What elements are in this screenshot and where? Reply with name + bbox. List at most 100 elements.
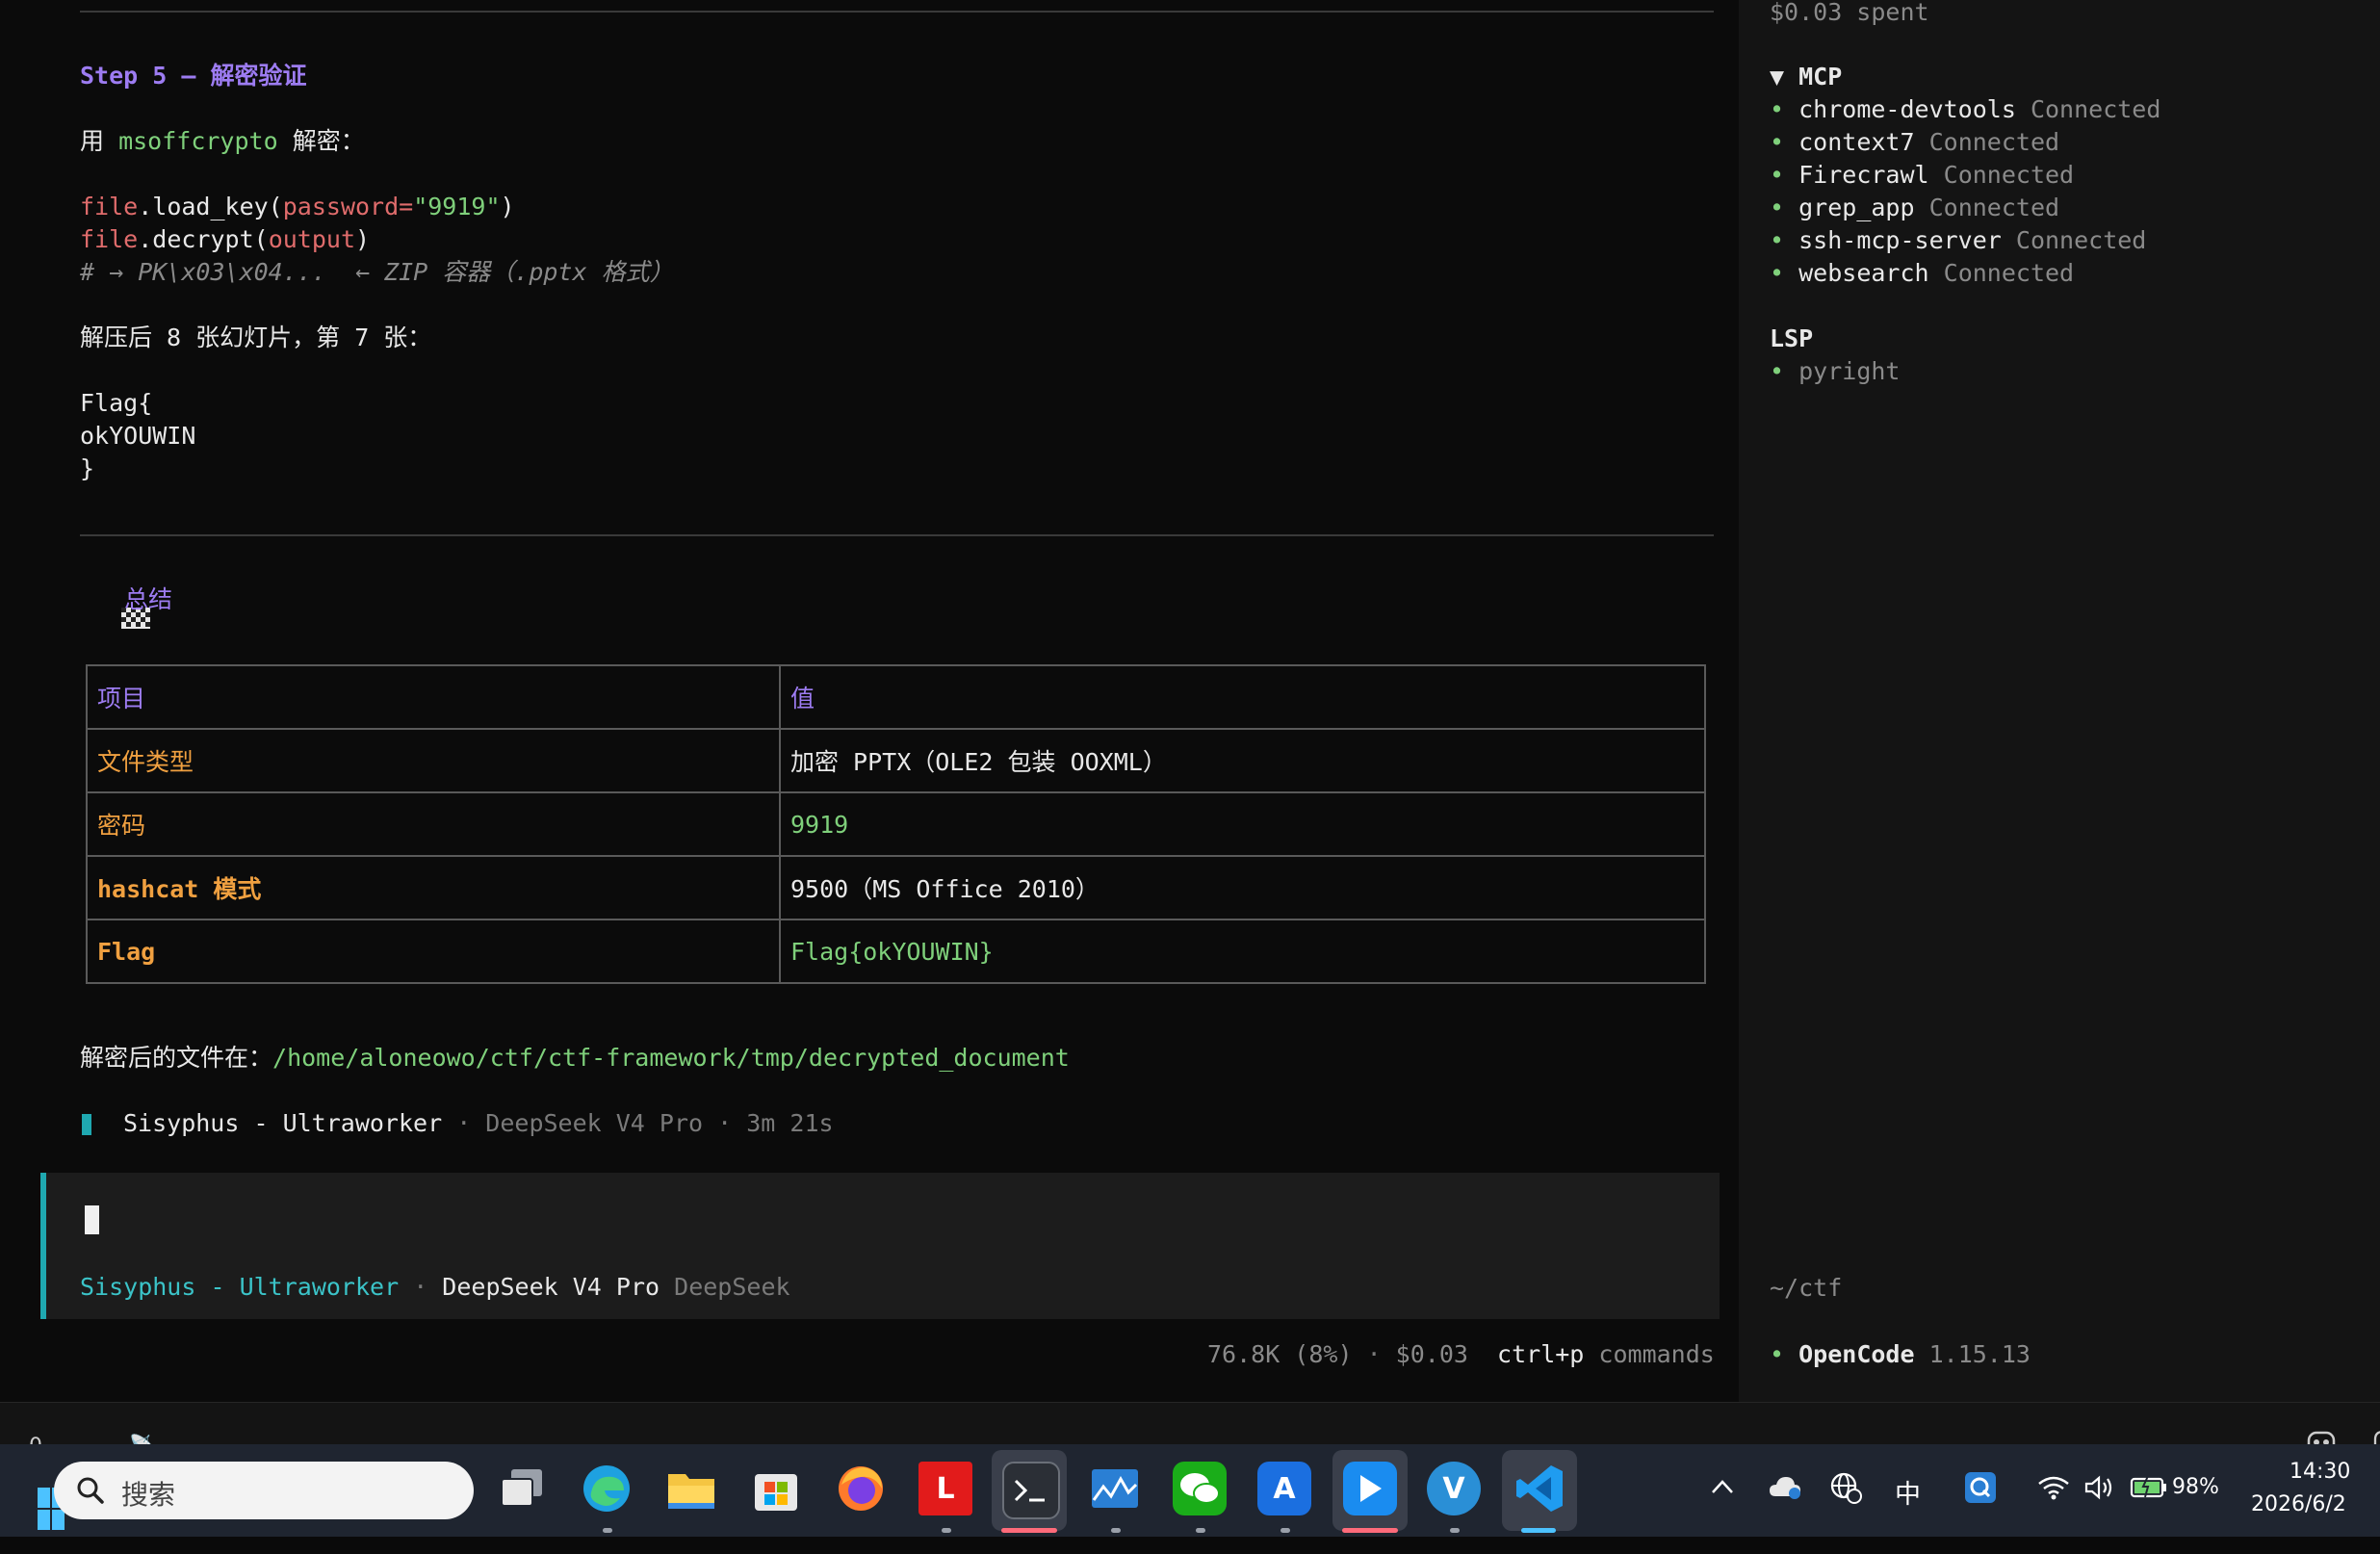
status-bar: 0 ⚠ 0 📡 0 — [0, 1402, 2380, 1507]
mcp-status: Connected — [2015, 226, 2147, 254]
separator: · — [703, 1109, 747, 1137]
mcp-section-title[interactable]: ▼ MCP — [1770, 61, 1842, 93]
cwd-path: ~/ctf — [1770, 1274, 1843, 1302]
status-dot-icon: • — [1770, 161, 1799, 189]
wechat-icon[interactable] — [1173, 1462, 1227, 1515]
table-row: Flag Flag{okYOUWIN} — [86, 919, 1706, 984]
code-close: ) — [500, 193, 515, 220]
ime-indicator[interactable]: 中 — [1895, 1473, 1921, 1511]
flag-line-1: Flag{ — [80, 389, 153, 417]
mcp-name: context7 — [1798, 128, 1915, 156]
code-line-1: file.load_key(password="9919") — [80, 191, 515, 223]
bell-icon[interactable] — [2332, 1409, 2380, 1455]
battery-icon[interactable] — [2130, 1473, 2168, 1506]
edge-browser-icon[interactable] — [580, 1462, 634, 1515]
code-fn: .decrypt( — [138, 225, 269, 253]
step-title: Step 5 — 解密验证 — [80, 62, 307, 90]
flag-line-2: okYOUWIN — [80, 422, 196, 450]
clock-time[interactable]: 14:30 — [2289, 1460, 2350, 1484]
separator: · — [399, 1273, 443, 1301]
status-dot-icon: • — [1770, 259, 1799, 287]
cost-spent: $0.03 spent — [1770, 0, 1929, 26]
mcp-status: Connected — [1943, 161, 2075, 189]
battery-percent: 98% — [2172, 1475, 2219, 1499]
feishu-app-icon[interactable] — [1343, 1462, 1397, 1515]
status-dot-icon: • — [1770, 226, 1799, 254]
firefox-icon[interactable] — [834, 1462, 888, 1515]
monitor-app-icon[interactable] — [1088, 1462, 1142, 1515]
v-app-icon[interactable]: V — [1427, 1462, 1481, 1515]
status-dot-icon: • — [1770, 95, 1799, 123]
vscode-icon[interactable] — [1513, 1462, 1566, 1515]
windows-taskbar: 搜索 L A V 中 98% 14:30 2026/6/2 — [0, 1444, 2380, 1537]
prompt-agent-name[interactable]: Sisyphus - Ultraworker — [80, 1273, 399, 1301]
q-app-tray-icon[interactable] — [1964, 1471, 1997, 1510]
text-cursor — [85, 1205, 99, 1234]
app-name: OpenCode — [1798, 1340, 1915, 1368]
ai-app-icon[interactable]: A — [1257, 1462, 1311, 1515]
mcp-name: grep_app — [1798, 194, 1915, 221]
code-comment: # → PK\x03\x04... ← ZIP 容器（.pptx 格式） — [80, 258, 674, 286]
decrypt-line: 用 msoffcrypto 解密： — [80, 125, 365, 158]
running-indicator — [1450, 1528, 1460, 1533]
code-obj: file — [80, 225, 139, 253]
agent-model: DeepSeek V4 Pro — [485, 1109, 704, 1137]
mcp-status: Connected — [1928, 128, 2060, 156]
prompt-model-name[interactable]: DeepSeek V4 Pro — [442, 1273, 660, 1301]
task-view-icon[interactable] — [495, 1462, 549, 1515]
agent-name: Sisyphus - Ultraworker — [123, 1109, 443, 1137]
flag-line-3: } — [80, 454, 95, 482]
agent-time: 3m 21s — [746, 1109, 834, 1137]
shortcut-label[interactable]: commands — [1598, 1340, 1714, 1368]
prompt-input[interactable]: Sisyphus - Ultraworker · DeepSeek V4 Pro… — [40, 1173, 1720, 1319]
terminal-main-pane: Step 5 — 解密验证 用 msoffcrypto 解密： file.loa… — [0, 0, 1739, 1402]
file-explorer-icon[interactable] — [664, 1462, 718, 1515]
decrypt-tool: msoffcrypto — [118, 127, 278, 155]
sidebar: $0.03 spent ▼ MCP • chrome-devtools Conn… — [1739, 0, 2380, 1402]
code-line-2: file.decrypt(output) — [80, 223, 370, 256]
microsoft-store-icon[interactable] — [749, 1462, 803, 1515]
code-fn: .load_key( — [138, 193, 283, 220]
slides-text: 解压后 8 张幻灯片，第 7 张： — [80, 324, 432, 351]
volume-icon[interactable] — [2083, 1473, 2114, 1508]
taskbar-search-input[interactable]: 搜索 — [54, 1462, 474, 1519]
table-value-cell: 9919 — [779, 791, 1706, 857]
windows-start-icon[interactable] — [0, 1467, 65, 1530]
running-indicator — [942, 1528, 951, 1533]
tray-expand-icon[interactable] — [1710, 1475, 1735, 1502]
prompt-provider: DeepSeek — [674, 1273, 790, 1301]
code-param: password= — [282, 193, 414, 220]
code-close: ) — [355, 225, 371, 253]
l-app-icon[interactable]: L — [918, 1462, 972, 1515]
terminal-icon[interactable] — [1002, 1462, 1060, 1519]
onedrive-icon[interactable] — [1768, 1473, 1802, 1506]
running-indicator — [1111, 1528, 1121, 1533]
network-globe-icon[interactable] — [1829, 1471, 1862, 1510]
copilot-icon[interactable] — [2268, 1409, 2335, 1454]
clock-date[interactable]: 2026/6/2 — [2251, 1492, 2346, 1516]
footer-info: 76.8K (8%) · $0.03 ctrl+p commands — [1207, 1338, 1715, 1371]
shortcut-key[interactable]: ctrl+p — [1497, 1340, 1584, 1368]
list-item: • pyright — [1770, 355, 1900, 388]
mcp-name: chrome-devtools — [1798, 95, 2016, 123]
table-key-cell: hashcat 模式 — [86, 855, 781, 920]
wifi-icon[interactable] — [2037, 1475, 2070, 1506]
token-usage: 76.8K (8%) — [1207, 1340, 1353, 1368]
list-item: • grep_app Connected — [1770, 192, 2059, 224]
app-version-line: • OpenCode 1.15.13 — [1770, 1338, 2031, 1371]
table-key-cell: Flag — [86, 919, 781, 984]
table-key-cell: 文件类型 — [86, 728, 781, 793]
path-value[interactable]: /home/aloneowo/ctf/ctf-framework/tmp/dec… — [272, 1044, 1070, 1072]
summary-heading: 总结 — [124, 585, 173, 613]
active-indicator — [1342, 1528, 1398, 1533]
mcp-status: Connected — [1928, 194, 2060, 221]
table-header-cell: 值 — [779, 664, 1706, 730]
agent-status-line: Sisyphus - Ultraworker · DeepSeek V4 Pro… — [123, 1107, 834, 1140]
lsp-section-title: LSP — [1770, 324, 1814, 352]
path-label: 解密后的文件在： — [80, 1044, 273, 1072]
active-indicator — [1001, 1528, 1057, 1533]
table-value-cell: 加密 PPTX（OLE2 包装 OOXML） — [779, 728, 1706, 793]
table-value-cell: 9500（MS Office 2010） — [779, 855, 1706, 920]
